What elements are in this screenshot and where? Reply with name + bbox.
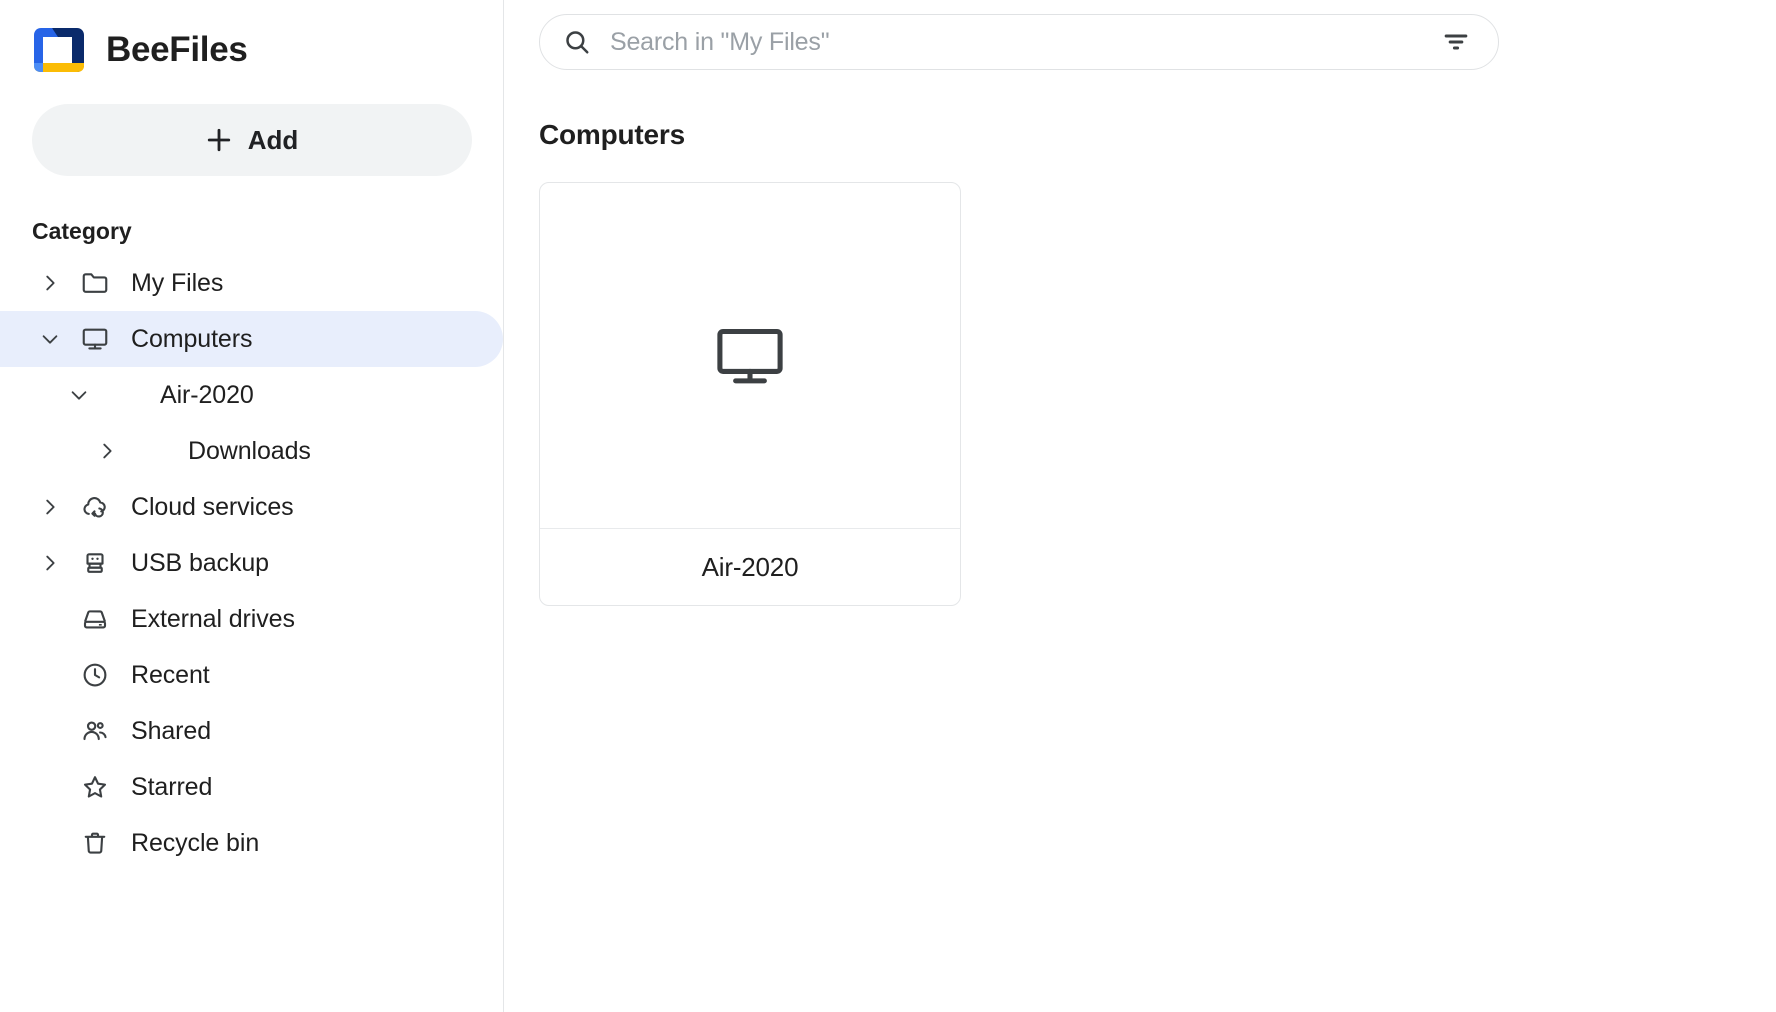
chevron-right-icon[interactable] bbox=[33, 490, 67, 524]
hard-drive-icon bbox=[78, 602, 112, 636]
sidebar-item-label: Starred bbox=[131, 772, 213, 801]
sidebar-item-label: Air-2020 bbox=[160, 380, 254, 409]
filter-icon bbox=[1440, 26, 1472, 58]
chevron-right-icon[interactable] bbox=[33, 546, 67, 580]
sidebar-item-label: USB backup bbox=[131, 548, 269, 577]
folder-icon bbox=[78, 266, 112, 300]
chevron-right-icon[interactable] bbox=[33, 266, 67, 300]
sidebar-item-cloud-services[interactable]: Cloud services bbox=[0, 479, 503, 535]
sidebar-item-label: Computers bbox=[131, 324, 253, 353]
search-icon bbox=[562, 27, 592, 57]
search-bar[interactable] bbox=[539, 14, 1499, 70]
filter-button[interactable] bbox=[1438, 24, 1474, 60]
sidebar-item-label: External drives bbox=[131, 604, 295, 633]
sidebar-item-my-files[interactable]: My Files bbox=[0, 255, 503, 311]
no-twisty-placeholder bbox=[33, 770, 67, 804]
cloud-sync-icon bbox=[78, 490, 112, 524]
chevron-down-icon[interactable] bbox=[62, 378, 96, 412]
brand: BeeFiles bbox=[0, 0, 503, 78]
sidebar-item-label: Shared bbox=[131, 716, 212, 745]
monitor-icon bbox=[708, 314, 792, 398]
card-label: Air-2020 bbox=[701, 551, 799, 582]
add-button[interactable]: Add bbox=[32, 104, 472, 176]
sidebar-item-downloads[interactable]: Downloads bbox=[0, 423, 503, 479]
main-content: Computers Air-2020 bbox=[504, 0, 1776, 1012]
sidebar-item-shared[interactable]: Shared bbox=[0, 703, 503, 759]
sidebar-item-recycle-bin[interactable]: Recycle bin bbox=[0, 815, 503, 871]
no-twisty-placeholder bbox=[33, 826, 67, 860]
monitor-icon bbox=[78, 322, 112, 356]
sidebar: BeeFiles Add Category My Files Computers… bbox=[0, 0, 504, 1012]
search-input[interactable] bbox=[610, 27, 1438, 57]
card-footer: Air-2020 bbox=[540, 529, 960, 605]
sidebar-item-label: Cloud services bbox=[131, 492, 294, 521]
chevron-down-icon[interactable] bbox=[33, 322, 67, 356]
people-icon bbox=[78, 714, 112, 748]
brand-name: BeeFiles bbox=[106, 30, 248, 69]
add-button-label: Add bbox=[247, 124, 299, 155]
sidebar-item-usb-backup[interactable]: USB backup bbox=[0, 535, 503, 591]
sidebar-item-label: Recent bbox=[131, 660, 210, 689]
no-twisty-placeholder bbox=[33, 602, 67, 636]
trash-icon bbox=[78, 826, 112, 860]
chevron-right-icon[interactable] bbox=[90, 434, 124, 468]
page-title: Computers bbox=[539, 119, 685, 150]
sidebar-item-label: My Files bbox=[131, 268, 224, 297]
sidebar-item-starred[interactable]: Starred bbox=[0, 759, 503, 815]
search-row bbox=[504, 0, 1776, 70]
beefiles-logo-icon bbox=[32, 25, 86, 75]
card-grid: Air-2020 bbox=[539, 182, 1776, 606]
sidebar-item-label: Recycle bin bbox=[131, 828, 260, 857]
sidebar-item-recent[interactable]: Recent bbox=[0, 647, 503, 703]
sidebar-item-air-2020[interactable]: Air-2020 bbox=[0, 367, 503, 423]
app-root: BeeFiles Add Category My Files Computers… bbox=[0, 0, 1776, 1012]
plus-icon bbox=[206, 127, 232, 153]
category-nav-list: My Files Computers Air-2020 Downloads Cl… bbox=[0, 255, 503, 871]
no-twisty-placeholder bbox=[33, 714, 67, 748]
category-section-title: Category bbox=[32, 218, 132, 244]
clock-icon bbox=[78, 658, 112, 692]
usb-drive-icon bbox=[78, 546, 112, 580]
no-twisty-placeholder bbox=[33, 658, 67, 692]
sidebar-item-label: Downloads bbox=[188, 436, 311, 465]
star-icon bbox=[78, 770, 112, 804]
sidebar-item-external-drives[interactable]: External drives bbox=[0, 591, 503, 647]
computer-card[interactable]: Air-2020 bbox=[539, 182, 961, 606]
sidebar-item-computers[interactable]: Computers bbox=[0, 311, 503, 367]
card-preview bbox=[540, 183, 960, 529]
